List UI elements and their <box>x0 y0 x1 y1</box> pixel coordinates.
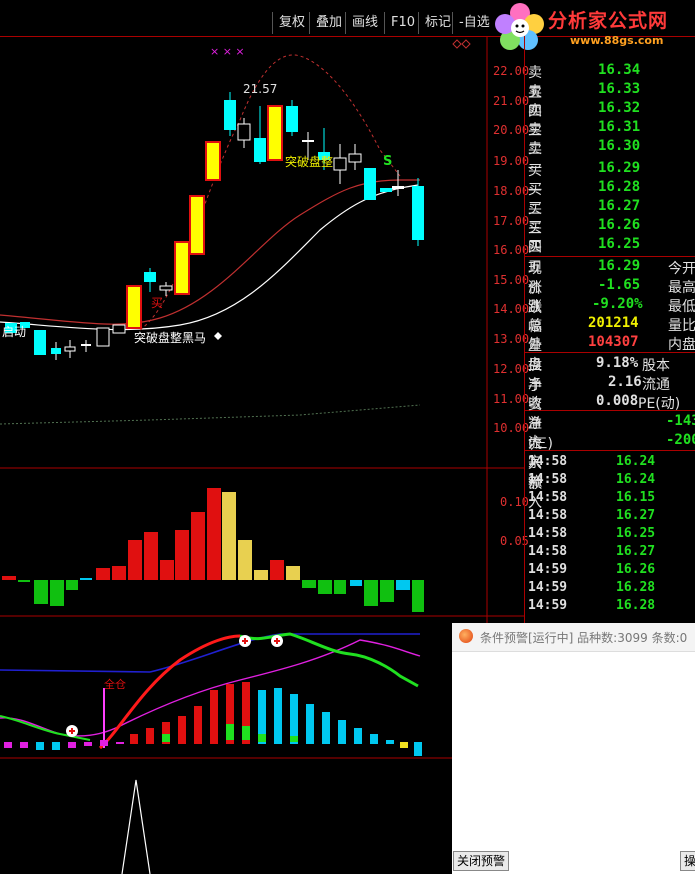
draw-line-button[interactable]: 画线 <box>345 12 384 34</box>
popup-title: 条件预警[运行中] 品种数:3099 条数:0 <box>480 631 688 645</box>
overlay-button[interactable]: 叠加 <box>309 12 348 34</box>
diamond-small-icon <box>214 332 222 340</box>
ma-short-line <box>0 184 419 331</box>
diamond-icon <box>452 39 462 49</box>
close-alert-button[interactable]: 关闭预警 <box>453 851 510 871</box>
indicator-panel <box>0 632 422 756</box>
spike-line <box>121 779 151 874</box>
ma-long-line <box>0 179 420 325</box>
restore-rights-button[interactable]: 复权 <box>272 12 311 34</box>
breakout-label: 突破盘整 <box>285 155 334 169</box>
popup-title-bar[interactable]: 条件预警[运行中] 品种数:3099 条数:0 <box>452 623 695 652</box>
dark-horse-label: 突破盘整黑马 <box>134 331 207 345</box>
cross-signal-icon <box>66 635 283 737</box>
ma-volume-line <box>0 404 421 425</box>
f10-button[interactable]: F10 <box>384 12 421 34</box>
x-marks-label: × × × <box>210 45 245 58</box>
volume-bars <box>2 488 424 612</box>
full-position-label: 全仓 <box>104 678 126 691</box>
macd-bars <box>4 682 422 756</box>
diamond-icon <box>461 39 471 49</box>
candles <box>5 92 424 360</box>
buy-signal-label: 买 <box>151 296 164 310</box>
alert-icon <box>459 629 473 643</box>
operate-button[interactable]: 操 <box>680 851 695 871</box>
condition-alert-popup[interactable]: 条件预警[运行中] 品种数:3099 条数:0 关闭预警 操 <box>452 623 695 874</box>
chart-area[interactable] <box>0 36 524 874</box>
start-label: 启动 <box>2 325 27 339</box>
sell-signal-label: S <box>383 154 393 169</box>
logo-title: 分析家公式网 <box>548 10 669 32</box>
high-price-label: 21.57 <box>243 82 278 96</box>
